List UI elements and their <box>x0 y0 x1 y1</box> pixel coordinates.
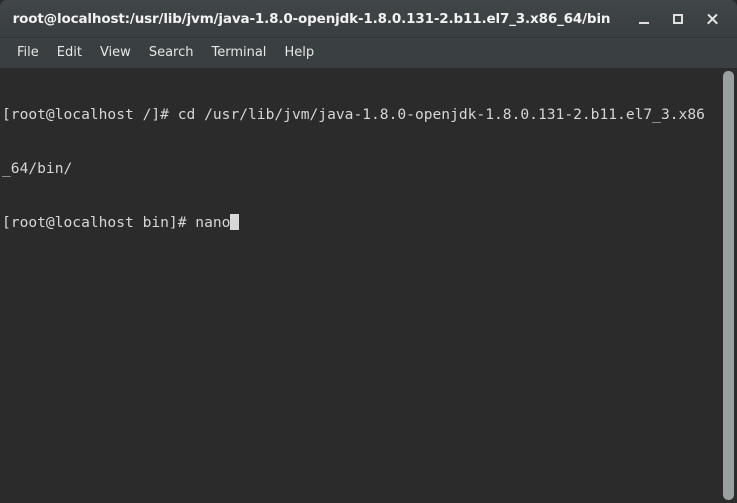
menu-item-edit[interactable]: Edit <box>48 42 91 64</box>
maximize-icon <box>673 14 683 24</box>
minimize-icon <box>639 22 649 24</box>
maximize-button[interactable] <box>661 4 695 34</box>
menu-item-search[interactable]: Search <box>140 42 203 64</box>
minimize-button[interactable] <box>627 4 661 34</box>
menu-item-file[interactable]: File <box>8 42 48 64</box>
menu-item-view[interactable]: View <box>91 42 140 64</box>
close-icon <box>706 13 718 25</box>
menu-item-help[interactable]: Help <box>275 42 323 64</box>
scrollbar-thumb[interactable] <box>723 71 734 500</box>
terminal-line: _64/bin/ <box>2 160 73 177</box>
terminal-body: [root@localhost /]# cd /usr/lib/jvm/java… <box>0 68 737 503</box>
menubar: File Edit View Search Terminal Help <box>0 38 737 68</box>
terminal-window: root@localhost:/usr/lib/jvm/java-1.8.0-o… <box>0 0 737 503</box>
terminal-line: [root@localhost /]# cd /usr/lib/jvm/java… <box>2 106 705 123</box>
terminal-prompt-line: [root@localhost bin]# nano <box>2 214 721 232</box>
menu-item-terminal[interactable]: Terminal <box>202 42 275 64</box>
terminal-output[interactable]: [root@localhost /]# cd /usr/lib/jvm/java… <box>0 68 721 503</box>
text-cursor <box>230 214 240 230</box>
close-button[interactable] <box>695 4 729 34</box>
titlebar[interactable]: root@localhost:/usr/lib/jvm/java-1.8.0-o… <box>0 0 737 38</box>
terminal-prompt-text: [root@localhost bin]# nano <box>2 214 231 231</box>
window-controls <box>627 0 729 38</box>
vertical-scrollbar[interactable] <box>721 68 737 503</box>
